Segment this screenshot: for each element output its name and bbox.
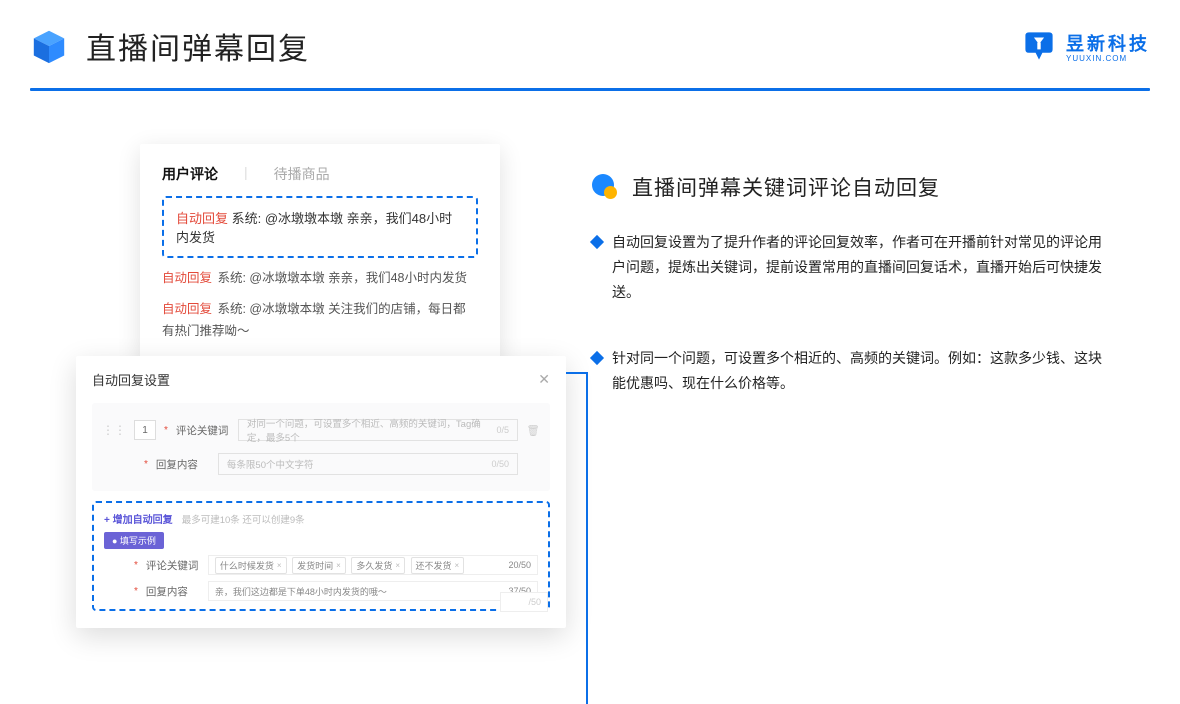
keyword-row: ⋮⋮ 1 * 评论关键词 对同一个问题，可设置多个相近、高频的关键词，Tag确定… [102,413,540,447]
brand-subtitle: YUUXIN.COM [1066,54,1127,63]
tag-item[interactable]: 发货时间× [292,557,346,574]
ex-keyword-label: 评论关键词 [146,558,200,573]
diamond-icon [590,350,604,364]
header-divider [30,88,1150,91]
highlighted-message: 自动回复 系统: @冰墩墩本墩 亲亲，我们48小时内发货 [162,196,478,258]
example-reply-row: * 回复内容 亲，我们这边都是下单48小时内发货的哦～ 37/50 [104,581,538,601]
required-dot: * [134,586,138,597]
modal-title: 自动回复设置 [92,370,170,389]
index-box: 1 [134,420,156,440]
auto-reply-label: 自动回复 [162,302,212,316]
ex-reply-value: 亲，我们这边都是下单48小时内发货的哦～ [215,585,387,598]
tag-list: 什么时候发货× 发货时间× 多久发货× 还不发货× [215,557,467,574]
required-dot: * [164,425,168,436]
reply-placeholder: 每条限50个中文字符 [227,457,314,471]
required-dot: * [134,560,138,571]
example-pill: ● 填写示例 [104,532,164,549]
brand-text-block: 昱新科技 YUUXIN.COM [1066,30,1150,63]
right-content: 直播间弹幕关键词评论自动回复 自动回复设置为了提升作者的评论回复效率，作者可在开… [592,172,1132,396]
keyword-input[interactable]: 对同一个问题，可设置多个相近、高频的关键词，Tag确定，最多5个 0/5 [238,419,518,441]
cube-icon [30,27,68,65]
highlighted-msg-text: 自动回复 系统: @冰墩墩本墩 亲亲，我们48小时内发货 [176,211,452,245]
brand-logo-icon [1022,29,1056,63]
tab-separator: | [244,164,248,184]
ex-keyword-input[interactable]: 什么时候发货× 发货时间× 多久发货× 还不发货× 20/50 [208,555,538,575]
auto-reply-settings-modal: 自动回复设置 ✕ ⋮⋮ 1 * 评论关键词 对同一个问题，可设置多个相近、高频的… [76,356,566,628]
ex-reply-input[interactable]: 亲，我们这边都是下单48小时内发货的哦～ 37/50 [208,581,538,601]
connector-line [586,372,588,704]
tab-pending-goods[interactable]: 待播商品 [274,164,330,184]
tab-user-comments[interactable]: 用户评论 [162,164,218,184]
ex-kw-count: 20/50 [508,560,531,570]
bullet-item: 针对同一个问题，可设置多个相近的、高频的关键词。例如：这款多少钱、这块能优惠吗、… [592,346,1132,396]
reply-label: 回复内容 [156,457,210,472]
message-item: 自动回复 系统: @冰墩墩本墩 亲亲，我们48小时内发货 [162,268,478,289]
auto-reply-label: 自动回复 [176,211,228,226]
keyword-placeholder: 对同一个问题，可设置多个相近、高频的关键词，Tag确定，最多5个 [247,416,497,444]
reply-row: * 回复内容 每条限50个中文字符 0/50 [102,447,540,481]
brand-name: 昱新科技 [1066,30,1150,56]
tag-item[interactable]: 多久发货× [351,557,405,574]
screenshot-stack: 用户评论 | 待播商品 自动回复 系统: @冰墩墩本墩 亲亲，我们48小时内发货… [76,144,566,630]
trash-icon[interactable]: 🗑 [526,424,540,437]
add-sub-text: 最多可建10条 还可以创建9条 [182,515,305,526]
section-header: 直播间弹幕关键词评论自动回复 [592,172,1132,202]
stub-input: /50 [500,592,548,612]
reply-count: 0/50 [491,459,509,469]
reply-input[interactable]: 每条限50个中文字符 0/50 [218,453,518,475]
bullet-item: 自动回复设置为了提升作者的评论回复效率，作者可在开播前针对常见的评论用户问题，提… [592,230,1132,306]
close-icon[interactable]: ✕ [538,371,550,388]
comment-panel: 用户评论 | 待播商品 自动回复 系统: @冰墩墩本墩 亲亲，我们48小时内发货… [140,144,500,364]
add-auto-reply-link[interactable]: + 增加自动回复 [104,515,173,526]
example-block: + 增加自动回复 最多可建10条 还可以创建9条 ● 填写示例 * 评论关键词 … [92,501,550,611]
required-dot: * [144,459,148,470]
drag-handle-icon[interactable]: ⋮⋮ [102,423,126,437]
tag-item[interactable]: 什么时候发货× [215,557,287,574]
auto-reply-label: 自动回复 [162,271,212,285]
add-row: + 增加自动回复 最多可建10条 还可以创建9条 [104,511,538,526]
bullet-icon [592,174,618,200]
message-item: 自动回复 系统: @冰墩墩本墩 关注我们的店铺，每日都有热门推荐呦～ [162,299,478,342]
header: 直播间弹幕回复 昱新科技 YUUXIN.COM [30,24,1150,68]
example-keyword-row: * 评论关键词 什么时候发货× 发货时间× 多久发货× 还不发货× 20/50 [104,555,538,575]
brand: 昱新科技 YUUXIN.COM [1022,29,1150,63]
keyword-count: 0/5 [496,425,509,435]
diamond-icon [590,235,604,249]
bullet-text: 针对同一个问题，可设置多个相近的、高频的关键词。例如：这款多少钱、这块能优惠吗、… [612,346,1132,396]
tag-item[interactable]: 还不发货× [411,557,465,574]
form-block: ⋮⋮ 1 * 评论关键词 对同一个问题，可设置多个相近、高频的关键词，Tag确定… [92,403,550,491]
section-title: 直播间弹幕关键词评论自动回复 [632,172,940,202]
ex-reply-label: 回复内容 [146,584,200,599]
bullet-text: 自动回复设置为了提升作者的评论回复效率，作者可在开播前针对常见的评论用户问题，提… [612,230,1132,306]
page-title: 直播间弹幕回复 [86,24,310,68]
header-left: 直播间弹幕回复 [30,24,310,68]
connector-line [566,372,586,374]
modal-header: 自动回复设置 ✕ [92,370,550,397]
tab-row: 用户评论 | 待播商品 [162,164,478,184]
keyword-label: 评论关键词 [176,423,230,438]
